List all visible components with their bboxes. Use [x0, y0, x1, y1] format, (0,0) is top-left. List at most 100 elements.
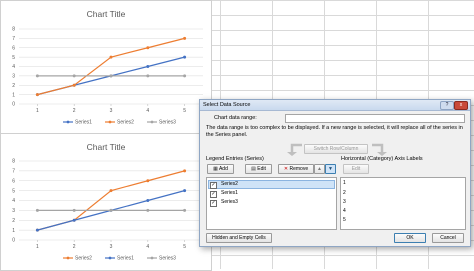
- data-point-series2[interactable]: [109, 189, 113, 193]
- x-tick-label: 5: [183, 244, 186, 250]
- legend-entry[interactable]: Series3: [159, 120, 176, 126]
- x-tick-label: 4: [146, 244, 149, 250]
- y-tick-label: 7: [12, 36, 15, 42]
- data-point-series1[interactable]: [183, 55, 187, 59]
- chart-2[interactable]: Chart Title 0 1 2 3 4 5 6 7 8 1 2 3 4 5 Series2 Series1…: [0, 133, 212, 271]
- data-point-series1[interactable]: [146, 199, 150, 202]
- y-tick-label: 3: [12, 74, 15, 80]
- series-checkbox[interactable]: ✓: [210, 181, 217, 189]
- y-tick-label: 6: [12, 178, 15, 184]
- data-point-series3[interactable]: [35, 208, 39, 212]
- axis-label-row[interactable]: 1: [343, 180, 346, 187]
- data-point-series3[interactable]: [72, 208, 76, 212]
- help-button[interactable]: ?: [440, 101, 454, 110]
- add-icon: ▦: [213, 166, 218, 172]
- data-point-series2[interactable]: [72, 83, 76, 87]
- add-series-button[interactable]: ▦ Add: [207, 164, 234, 174]
- x-tick-label: 2: [73, 244, 76, 250]
- data-point-series3[interactable]: [72, 74, 76, 78]
- left-arrowhead-icon: [287, 152, 297, 156]
- dialog-title: Select Data Source: [203, 101, 251, 108]
- data-point-series3[interactable]: [146, 208, 150, 212]
- data-point-series2[interactable]: [183, 169, 187, 173]
- legend-entries-list[interactable]: ✓ Series2 ✓ Series1 ✓ Series3: [206, 177, 337, 230]
- x-tick-label: 2: [73, 108, 76, 114]
- data-point-series2[interactable]: [109, 55, 113, 59]
- series-checkbox[interactable]: ✓: [210, 199, 217, 207]
- legend-entry[interactable]: Series1: [75, 120, 92, 126]
- data-point-series3[interactable]: [183, 208, 187, 212]
- data-point-series1[interactable]: [146, 65, 150, 68]
- x-tick-label: 4: [146, 108, 149, 114]
- ok-button[interactable]: OK: [394, 233, 426, 243]
- close-button[interactable]: x: [454, 101, 468, 110]
- axis-labels-list[interactable]: 1 2 3 4 5: [340, 177, 466, 230]
- remove-icon: ✕: [283, 166, 289, 172]
- series-checkbox[interactable]: ✓: [210, 190, 217, 198]
- axis-label-row[interactable]: 5: [343, 217, 346, 224]
- chart-data-range-input[interactable]: [285, 114, 465, 123]
- series-row[interactable]: ✓ Series2: [208, 180, 335, 189]
- move-down-button[interactable]: ▼: [325, 164, 336, 174]
- legend-entry[interactable]: Series3: [159, 256, 176, 262]
- data-point-series1[interactable]: [72, 218, 76, 222]
- data-point-series3[interactable]: [109, 208, 113, 212]
- switch-row-column-button[interactable]: Switch Row/Column: [304, 144, 368, 154]
- remove-label: Remove: [289, 166, 309, 172]
- legend-marker: [150, 120, 154, 124]
- add-label: Add: [218, 166, 228, 172]
- axis-label-row[interactable]: 4: [343, 208, 346, 215]
- chart-1-plot: Chart Title 0 1 2 3 4 5 6 7 8 1 2 3 4 5 Series1 Series2…: [12, 9, 203, 126]
- data-point-series2[interactable]: [183, 36, 187, 40]
- y-tick-label: 3: [12, 208, 15, 214]
- data-point-series3[interactable]: [35, 74, 39, 78]
- y-tick-label: 8: [12, 27, 15, 33]
- y-tick-label: 6: [12, 45, 15, 51]
- edit-axis-labels-button[interactable]: Edit: [343, 164, 369, 174]
- x-tick-label: 1: [36, 244, 39, 250]
- legend-marker: [150, 256, 154, 260]
- chart-1[interactable]: Chart Title 0 1 2 3 4 5 6 7 8 1 2 3 4 5 Series1 Series2…: [0, 0, 212, 134]
- cancel-label: Cancel: [440, 235, 456, 241]
- ok-label: OK: [406, 235, 414, 241]
- data-point-series1[interactable]: [183, 189, 187, 193]
- y-tick-label: 0: [12, 102, 15, 108]
- edit-series-button[interactable]: ▤ Edit: [245, 164, 272, 174]
- move-up-button[interactable]: ▲: [314, 164, 325, 174]
- x-tick-label: 3: [110, 108, 113, 114]
- cancel-button[interactable]: Cancel: [432, 233, 464, 243]
- remove-series-button[interactable]: ✕ Remove: [278, 164, 314, 174]
- data-point-series2[interactable]: [35, 93, 39, 97]
- legend-entry[interactable]: Series1: [117, 256, 134, 262]
- y-tick-label: 1: [12, 228, 15, 234]
- y-tick-label: 0: [12, 238, 15, 244]
- chart-1-title: Chart Title: [87, 9, 126, 19]
- edit-icon: ▤: [251, 166, 256, 172]
- hidden-empty-cells-button[interactable]: Hidden and Empty Cells: [206, 233, 272, 243]
- y-tick-label: 7: [12, 169, 15, 175]
- legend-marker: [108, 120, 112, 124]
- axis-label-row[interactable]: 3: [343, 199, 346, 206]
- data-point-series3[interactable]: [146, 74, 150, 78]
- y-tick-label: 5: [12, 188, 15, 194]
- axis-labels-header: Horizontal (Category) Axis Labels: [341, 156, 423, 162]
- series-name: Series1: [221, 190, 238, 196]
- series-name: Series2: [221, 181, 238, 187]
- legend-marker: [66, 256, 70, 260]
- axis-label-row[interactable]: 2: [343, 190, 346, 197]
- chart-data-range-label: Chart data range:: [214, 115, 257, 121]
- dialog-titlebar[interactable]: Select Data Source ? x: [200, 100, 470, 111]
- legend-entry[interactable]: Series2: [117, 120, 134, 126]
- data-point-series2[interactable]: [146, 179, 150, 183]
- x-tick-label: 1: [36, 108, 39, 114]
- edit-label: Edit: [257, 166, 266, 172]
- data-point-series3[interactable]: [183, 74, 187, 78]
- data-point-series3[interactable]: [109, 74, 113, 78]
- x-tick-label: 3: [110, 244, 113, 250]
- legend-entry[interactable]: Series2: [75, 256, 92, 262]
- data-point-series1[interactable]: [35, 228, 39, 232]
- data-point-series2[interactable]: [146, 46, 150, 50]
- y-tick-label: 5: [12, 55, 15, 61]
- legend-entries-header: Legend Entries (Series): [206, 156, 264, 162]
- legend-marker: [66, 120, 70, 124]
